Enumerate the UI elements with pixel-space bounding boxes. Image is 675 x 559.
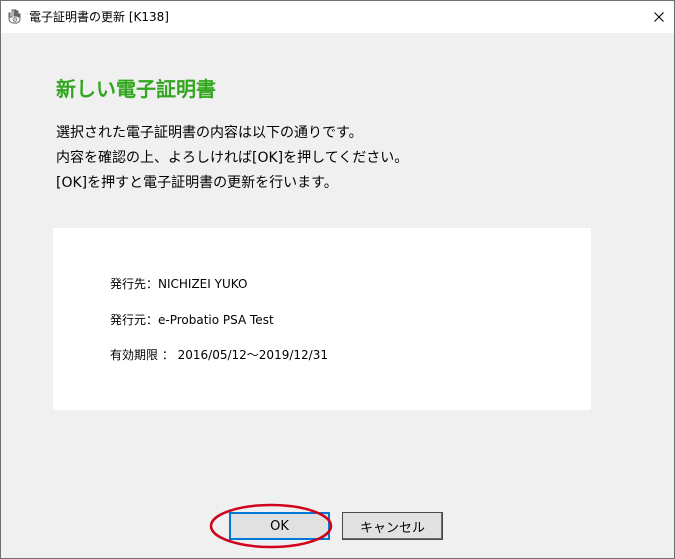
- certificate-info-panel: 発行先：NICHIZEI YUKO 発行元：e-Probatio PSA Tes…: [53, 228, 591, 410]
- dialog-window: 電子証明書の更新 [K138] 新しい電子証明書 選択された電子証明書の内容は以…: [0, 0, 675, 559]
- title-bar[interactable]: 電子証明書の更新 [K138]: [1, 1, 674, 33]
- validity-text: 有効期限 ： 2016/05/12〜2019/12/31: [110, 348, 328, 362]
- close-icon[interactable]: [653, 8, 665, 27]
- ok-button[interactable]: OK: [229, 512, 330, 540]
- message-line: 選択された電子証明書の内容は以下の通りです。: [56, 125, 363, 141]
- cancel-button[interactable]: キャンセル: [342, 512, 443, 540]
- certificate-app-icon: [7, 8, 23, 24]
- close-button[interactable]: [644, 1, 674, 33]
- page-heading: 新しい電子証明書: [56, 77, 216, 101]
- window-title: 電子証明書の更新 [K138]: [29, 10, 169, 24]
- message-line: 内容を確認の上、よろしければ[OK]を押してください。: [56, 150, 409, 166]
- message-line: [OK]を押すと電子証明書の更新を行います。: [56, 175, 338, 191]
- issued-by-text: 発行元：e-Probatio PSA Test: [110, 313, 274, 327]
- instruction-message: 選択された電子証明書の内容は以下の通りです。 内容を確認の上、よろしければ[OK…: [56, 123, 408, 198]
- issued-to-text: 発行先：NICHIZEI YUKO: [110, 277, 248, 291]
